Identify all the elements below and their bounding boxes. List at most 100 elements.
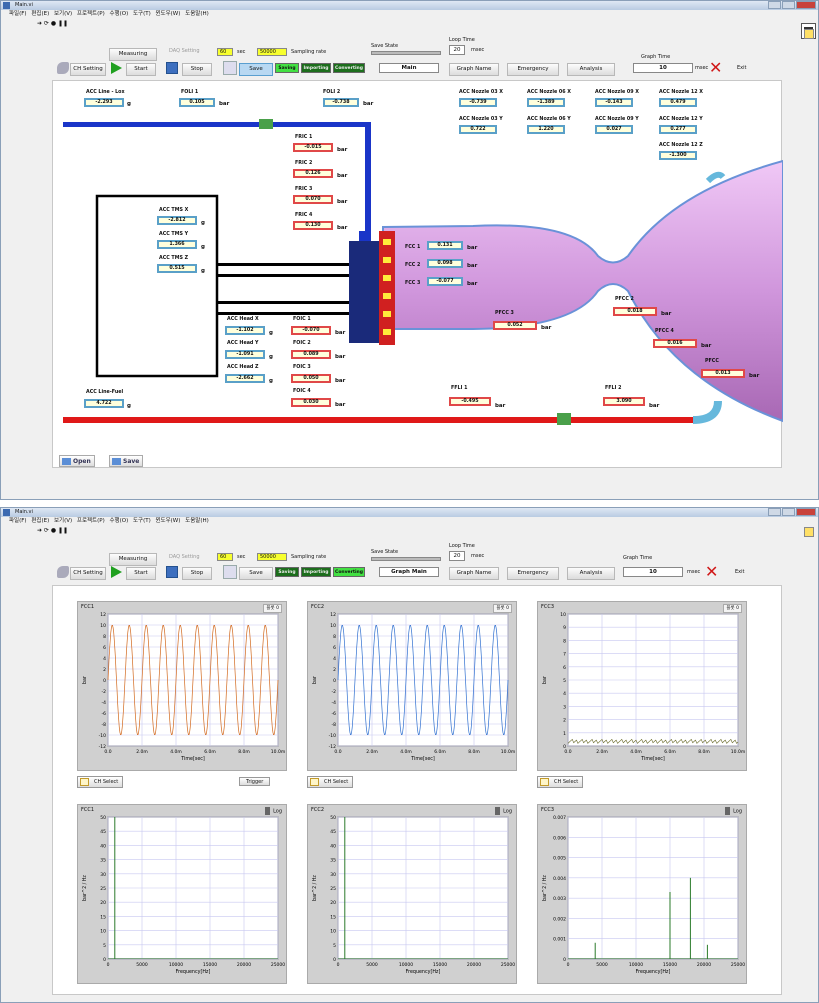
x-tick-label: 10000 — [629, 962, 643, 968]
save-file-button[interactable]: Save — [109, 455, 144, 467]
stop-button[interactable]: Stop — [182, 63, 212, 76]
exit-button-2[interactable]: Exit — [735, 569, 744, 575]
y-tick-label: 10 — [330, 929, 336, 935]
start-button-2[interactable]: Start — [126, 567, 156, 580]
graph-name-field[interactable]: Main — [379, 63, 439, 73]
saving-led-2: Saving — [275, 567, 299, 577]
ch-select-button[interactable]: CH Select — [307, 776, 354, 788]
save-button-2[interactable]: Save — [239, 567, 273, 580]
y-tick-label: 4 — [333, 656, 336, 662]
x-tick-label: 15000 — [433, 962, 447, 968]
disk-icon — [112, 458, 121, 465]
plot-legend-zoom[interactable]: 플롯 0 — [493, 604, 512, 613]
close-button[interactable] — [796, 1, 816, 9]
acc-nozzle-12x-value: 0.479 — [659, 98, 697, 107]
exit-button[interactable]: Exit — [737, 65, 746, 71]
log-toggle[interactable]: Log — [495, 807, 512, 815]
acc-line-fuel-unit: g — [127, 403, 131, 409]
daq-setting-label[interactable]: DAQ Setting — [169, 48, 200, 54]
toggle-switch-icon[interactable] — [265, 807, 271, 815]
engine-schematic — [63, 119, 783, 425]
x-tick-label: 0.0 — [564, 749, 571, 755]
graph-name-button[interactable]: Graph Name — [449, 63, 499, 76]
analysis-button[interactable]: Analysis — [567, 63, 615, 76]
x-tick-label: 10.0m — [271, 749, 285, 755]
log-toggle[interactable]: Log — [265, 807, 282, 815]
ffli2-value: 3.090 — [603, 397, 645, 406]
acc-tms-x-value: -2.812 — [157, 216, 197, 225]
foic4-label: FOIC 4 — [293, 389, 311, 394]
y-tick-label: 15 — [330, 914, 336, 920]
y-tick-label: 12 — [100, 612, 106, 618]
fcc1-unit: bar — [467, 245, 478, 251]
y-tick-label: 0.006 — [553, 835, 566, 841]
trigger-button[interactable]: Trigger — [239, 777, 271, 786]
plot-legend-zoom[interactable]: 플롯 0 — [263, 604, 282, 613]
acc-nozzle-12y-value: 0.277 — [659, 125, 697, 134]
plot-svg[interactable]: 121086420-2-4-6-8-10-120.0 2.0m 4.0m 6.0m 8.… — [78, 602, 288, 772]
maximize-button-2[interactable] — [782, 508, 795, 516]
x-tick-label: 25000 — [501, 962, 515, 968]
daq-setting-label-2[interactable]: DAQ Setting — [169, 554, 200, 560]
y-tick-label: -8 — [332, 722, 337, 728]
plot-svg[interactable]: 504540353025201510500 5000 10000 15000 20000… — [308, 805, 518, 985]
x-tick-label: 20000 — [237, 962, 251, 968]
importing-led: Importing — [301, 63, 331, 73]
x-tick-label: 8.0m — [238, 749, 250, 755]
maximize-button[interactable] — [782, 1, 795, 9]
analysis-button-2[interactable]: Analysis — [567, 567, 615, 580]
ch-select-label: CH Select — [554, 779, 579, 785]
fcc2-unit: bar — [467, 263, 478, 269]
menu-bar-2[interactable]: 파일(F) 편집(E) 보기(V) 프로젝트(P) 수행(O) 도구(T) 윈도… — [1, 517, 818, 526]
start-button[interactable]: Start — [126, 63, 156, 76]
y-tick-label: 40 — [100, 843, 106, 849]
plot-svg[interactable]: 0.0070.0060.0050.0040.0030.0020.00100 500… — [538, 805, 748, 985]
folder-icon — [310, 778, 319, 786]
graph-time-unit: msec — [695, 65, 709, 71]
run-toolbar-2[interactable]: ➜ ⟳ ● ❚❚ — [1, 526, 818, 536]
valve-fuel — [557, 413, 571, 425]
valve-lox — [259, 119, 273, 129]
x-tick-label: 4.0m — [400, 749, 412, 755]
log-toggle[interactable]: Log — [725, 807, 742, 815]
graph-name-button-2[interactable]: Graph Name — [449, 567, 499, 580]
stop-button-2[interactable]: Stop — [182, 567, 212, 580]
open-button[interactable]: Open — [59, 455, 95, 467]
graph-time-value[interactable]: 10 — [633, 63, 693, 73]
help-icon[interactable] — [804, 29, 814, 39]
ffli1-label: FFLI 1 — [451, 386, 468, 391]
loop-time-label-2: Loop Time — [449, 543, 475, 549]
ch-setting-button-2[interactable]: CH Setting — [70, 567, 106, 580]
ch-select-button[interactable]: CH Select — [77, 776, 124, 788]
emergency-button-2[interactable]: Emergency — [507, 567, 559, 580]
graph-time-value-2[interactable]: 10 — [623, 567, 683, 577]
emergency-button[interactable]: Emergency — [507, 63, 559, 76]
ch-select-button[interactable]: CH Select — [537, 776, 584, 788]
sampling-value[interactable]: 50000 — [257, 48, 287, 56]
minimize-button-2[interactable] — [768, 508, 781, 516]
menu-bar[interactable]: 파일(F) 편집(E) 보기(V) 프로젝트(P) 수행(O) 도구(T) 윈도… — [1, 10, 818, 19]
folder-icon — [62, 458, 71, 465]
loop-time-value-2[interactable]: 20 — [449, 551, 465, 561]
graph-name-field-2[interactable]: Graph Main — [379, 567, 439, 577]
loop-time-value[interactable]: 20 — [449, 45, 465, 55]
minimize-button[interactable] — [768, 1, 781, 9]
ch-setting-button[interactable]: CH Setting — [70, 63, 106, 76]
sec-value[interactable]: 60 — [217, 48, 233, 56]
save-button-top[interactable]: Save — [239, 63, 273, 76]
plot-svg[interactable]: 121086420-2-4-6-8-10-120.0 2.0m 4.0m 6.0m 8.… — [308, 602, 518, 772]
plot-svg[interactable]: 504540353025201510500 5000 10000 15000 20000… — [78, 805, 288, 985]
fcc3-label: FCC 3 — [405, 281, 421, 286]
y-tick-label: 25 — [330, 886, 336, 892]
help-icon-2[interactable] — [804, 527, 814, 537]
toggle-switch-icon[interactable] — [725, 807, 731, 815]
close-button-2[interactable] — [796, 508, 816, 516]
plot-svg[interactable]: 1098765432100.0 2.0m 4.0m 6.0m 8.0m 10.0mTime… — [538, 602, 748, 772]
sampling-value-2[interactable]: 50000 — [257, 553, 287, 561]
x-axis-label: Time[sec] — [640, 756, 665, 762]
plot-legend-zoom[interactable]: 플롯 0 — [723, 604, 742, 613]
toggle-switch-icon[interactable] — [495, 807, 501, 815]
x-tick-label: 0 — [107, 962, 110, 968]
sec-value-2[interactable]: 60 — [217, 553, 233, 561]
run-toolbar[interactable]: ➜ ⟳ ● ❚❚ — [1, 19, 818, 29]
